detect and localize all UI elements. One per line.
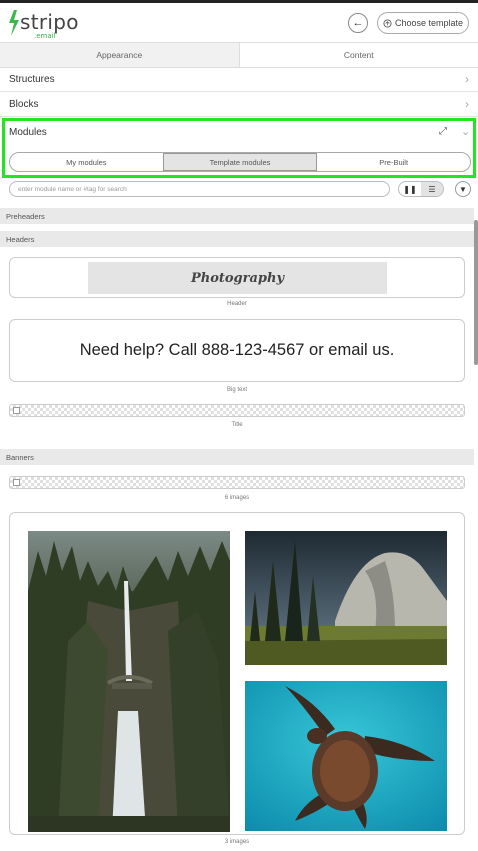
logo-subtext: .email: [34, 32, 56, 40]
broken-image-icon: [13, 479, 20, 486]
expand-icon[interactable]: ⤢: [439, 126, 447, 137]
sea-turtle-image: [245, 681, 447, 831]
module-caption: Title: [231, 422, 243, 428]
choose-template-label: Choose template: [394, 18, 464, 28]
app-header: stripo .email ← Choose template: [0, 3, 478, 42]
module-caption: 6 images: [224, 495, 250, 501]
module-search-input[interactable]: enter module name or #tag for search: [9, 181, 390, 197]
chevron-right-icon: ›: [465, 97, 469, 111]
arrow-left-icon: ←: [352, 17, 364, 29]
panel-tabs: Appearance Content: [0, 42, 478, 68]
search-placeholder: enter module name or #tag for search: [18, 185, 127, 193]
chevron-down-icon[interactable]: ⌄: [461, 125, 470, 138]
section-modules: Modules ⤢ ⌄ My modules Template modules …: [2, 118, 476, 178]
header-photo-preview: Photography: [88, 262, 387, 294]
filter-icon: ▼: [459, 184, 467, 194]
module-card-big-text[interactable]: Need help? Call 888-123-4567 or email us…: [9, 319, 465, 382]
module-caption: Header: [227, 301, 247, 307]
module-card-3-images[interactable]: [9, 512, 465, 835]
tab-appearance[interactable]: Appearance: [0, 43, 240, 67]
big-text-preview: Need help? Call 888-123-4567 or email us…: [79, 341, 395, 359]
section-blocks[interactable]: Blocks ›: [0, 93, 478, 117]
back-button[interactable]: ←: [348, 13, 368, 33]
chevron-right-icon: ›: [465, 72, 469, 86]
module-card-6-images[interactable]: [9, 476, 465, 489]
waterfall-image: [28, 531, 230, 832]
choose-template-button[interactable]: Choose template: [377, 12, 469, 34]
category-banners[interactable]: Banners: [0, 449, 474, 465]
stripo-leaf-icon: [9, 10, 19, 36]
view-mode-toggle: ❚❚ ☰: [398, 181, 444, 197]
tab-content[interactable]: Content: [239, 43, 478, 67]
module-caption: Big text: [226, 387, 247, 393]
panel-scrollbar[interactable]: [474, 220, 478, 365]
mountain-meadow-image: [245, 531, 447, 665]
section-structures-label: Structures: [9, 74, 55, 85]
section-structures[interactable]: Structures ›: [0, 68, 478, 92]
section-modules-label[interactable]: Modules: [9, 127, 47, 138]
category-preheaders[interactable]: Preheaders: [0, 208, 474, 224]
tab-my-modules[interactable]: My modules: [10, 153, 163, 171]
grid-view-icon: ❚❚: [403, 184, 417, 194]
modules-tab-switcher: My modules Template modules Pre-Built: [9, 152, 471, 172]
module-card-title[interactable]: [9, 404, 465, 417]
list-view-button[interactable]: ☰: [421, 182, 443, 196]
module-caption: 3 images: [224, 839, 250, 845]
category-headers[interactable]: Headers: [0, 231, 474, 247]
grid-view-button[interactable]: ❚❚: [399, 182, 421, 196]
logo-wordmark: stripo: [20, 10, 79, 34]
module-card-header[interactable]: Photography: [9, 257, 465, 298]
section-blocks-label: Blocks: [9, 99, 39, 110]
tab-template-modules[interactable]: Template modules: [162, 153, 318, 171]
template-icon: [383, 18, 392, 28]
broken-image-icon: [13, 407, 20, 414]
tab-prebuilt[interactable]: Pre-Built: [317, 153, 470, 171]
filter-button[interactable]: ▼: [455, 181, 471, 197]
list-view-icon: ☰: [428, 184, 436, 194]
